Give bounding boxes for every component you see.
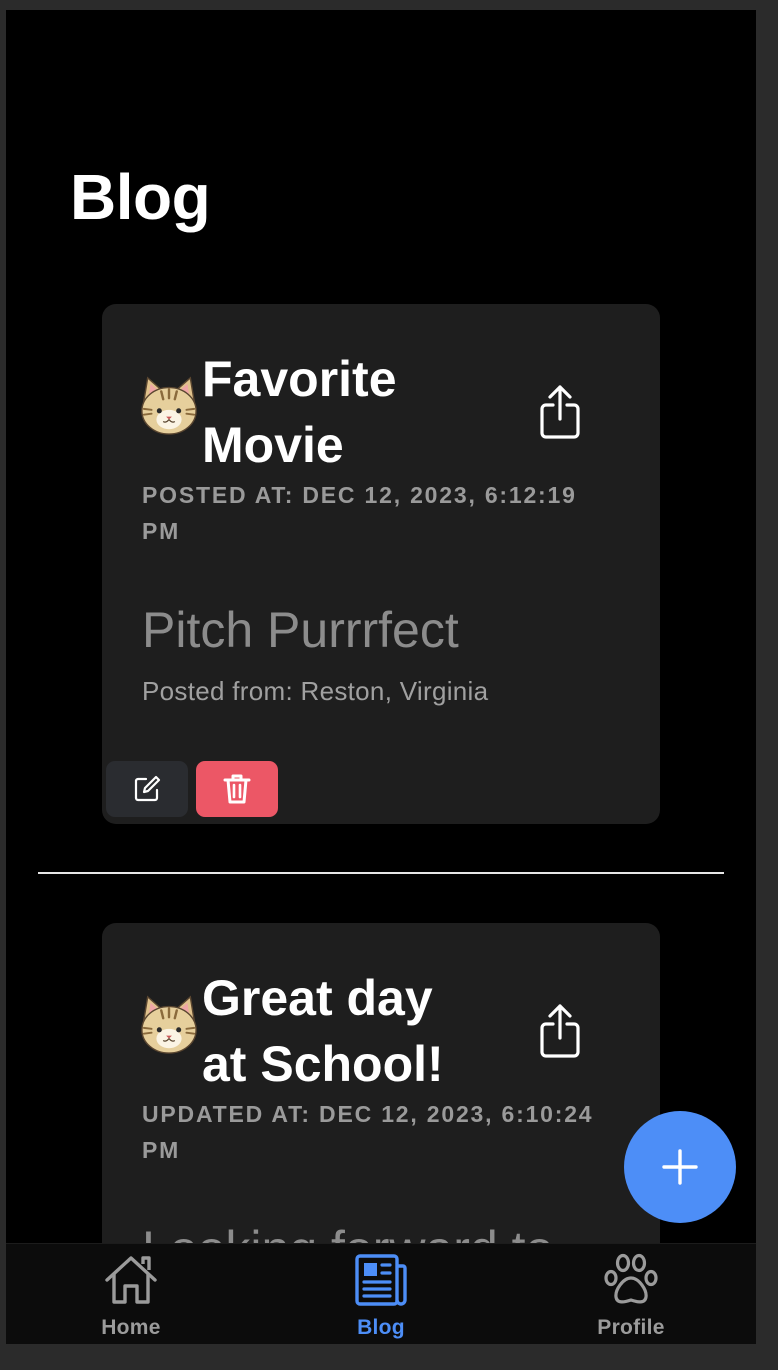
post-title: Great day at School! [202, 965, 522, 1097]
home-icon [105, 1256, 157, 1304]
tab-home[interactable]: Home [6, 1244, 256, 1344]
post-timestamp-line: POSTED AT: DEC 12, 2023, 6:12:19 [142, 482, 577, 508]
tab-label: Profile [597, 1316, 665, 1339]
share-icon [540, 385, 580, 439]
share-button[interactable] [532, 380, 588, 444]
cat-face-icon [141, 995, 197, 1054]
tab-blog[interactable]: Blog [256, 1244, 506, 1344]
app-screen: Blog Favorite Movie POSTED AT: DEC 12, 2… [6, 10, 756, 1344]
plus-icon [662, 1149, 698, 1185]
cat-face-icon [141, 376, 197, 435]
post-title-line: Favorite [202, 351, 397, 407]
post-timestamp-line: UPDATED AT: DEC 12, 2023, 6:10:24 [142, 1101, 594, 1127]
post-timestamp: UPDATED AT: DEC 12, 2023, 6:10:24 PM [142, 1096, 622, 1168]
post-timestamp: POSTED AT: DEC 12, 2023, 6:12:19 PM [142, 477, 612, 549]
edit-button[interactable] [106, 761, 188, 817]
post-location: Posted from: Reston, Virginia [142, 676, 489, 706]
tab-profile[interactable]: Profile [506, 1244, 756, 1344]
trash-icon [223, 774, 251, 804]
tab-label: Blog [357, 1316, 405, 1339]
page-title: Blog [70, 161, 211, 233]
delete-button[interactable] [196, 761, 278, 817]
post-timestamp-line: PM [142, 1137, 181, 1163]
post-title-line: at School! [202, 1036, 444, 1092]
post-divider [38, 872, 724, 874]
newspaper-icon [355, 1254, 407, 1306]
add-post-button[interactable] [624, 1111, 736, 1223]
post-title-line: Movie [202, 417, 344, 473]
post-title: Favorite Movie [202, 346, 522, 478]
edit-icon [134, 775, 161, 802]
post-title-line: Great day [202, 970, 433, 1026]
tab-label: Home [101, 1316, 161, 1339]
post-body: Pitch Purrrfect [142, 602, 459, 658]
paw-icon [604, 1253, 658, 1304]
tab-bar: Home Blog Profile [6, 1243, 756, 1344]
post-card[interactable]: Favorite Movie POSTED AT: DEC 12, 2023, … [102, 304, 660, 824]
share-button[interactable] [532, 999, 588, 1063]
post-timestamp-line: PM [142, 518, 181, 544]
share-icon [540, 1004, 580, 1058]
